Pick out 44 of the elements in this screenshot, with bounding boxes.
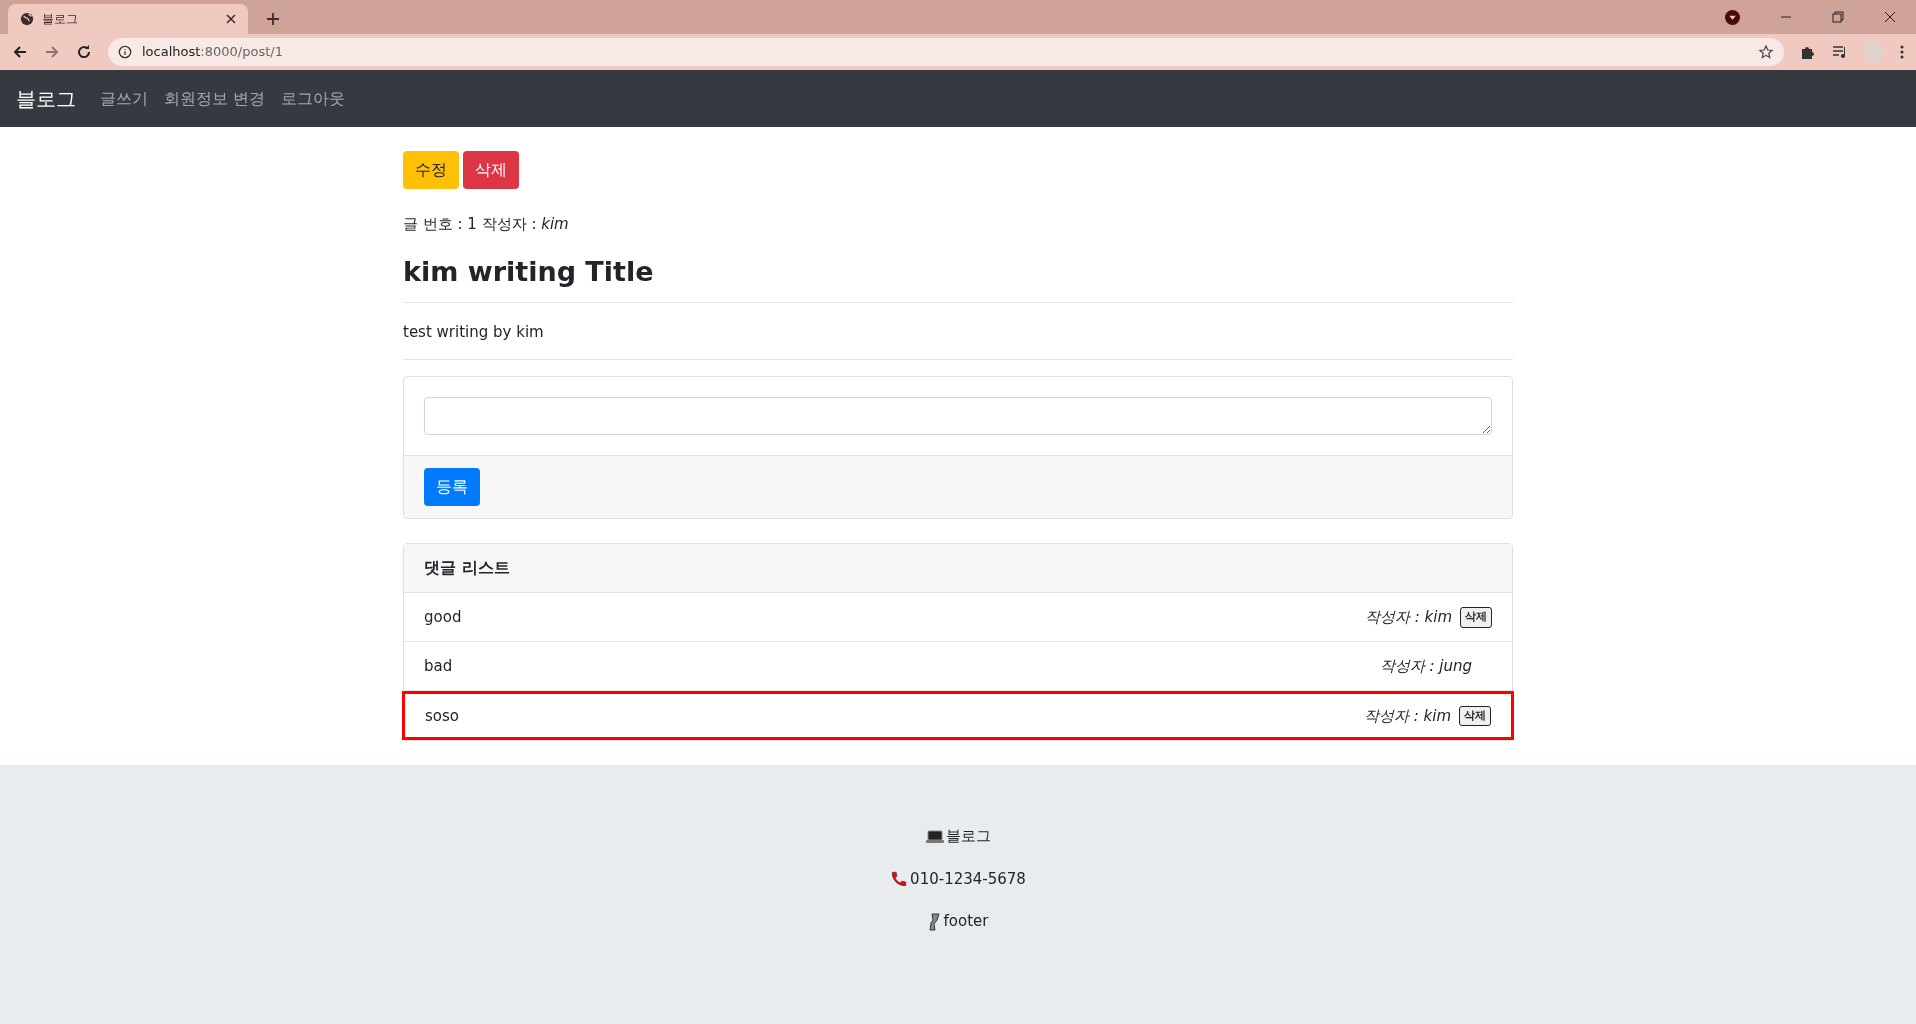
brand-link[interactable]: 블로그: [16, 83, 76, 114]
more-menu-icon[interactable]: [1900, 45, 1904, 59]
footer-text: 블로그: [945, 826, 991, 848]
nav-link[interactable]: 로그아웃: [281, 86, 346, 111]
comment-author: 작성자 : kim: [1363, 705, 1451, 727]
browser-tab[interactable]: 블로그: [8, 4, 248, 34]
address-bar[interactable]: localhost:8000/post/1: [108, 38, 1784, 66]
puzzle-piece-icon[interactable]: [1800, 44, 1816, 60]
reply-input-field[interactable]: [424, 397, 1492, 436]
post-title: kim writing Title: [403, 255, 655, 288]
comment-author: 작성자 : jung: [1379, 656, 1472, 678]
nav-link[interactable]: 회원정보 변경: [164, 86, 266, 111]
leg-icon: [927, 912, 942, 931]
close-icon[interactable]: [1884, 11, 1896, 23]
forward-arrow-icon[interactable]: [44, 44, 60, 60]
nav-link[interactable]: 글쓰기: [100, 86, 148, 111]
edit-button[interactable]: 수정: [403, 151, 459, 189]
tab-title: 블로그: [42, 11, 79, 28]
globe-icon: [20, 12, 34, 26]
comment-delete-button[interactable]: 삭제: [1459, 705, 1491, 727]
restore-icon[interactable]: [1832, 11, 1844, 23]
close-icon[interactable]: [226, 14, 236, 24]
post-content: test writing by kim: [403, 321, 545, 343]
url-text: localhost:8000/post/1: [142, 43, 284, 62]
comment-delete-button[interactable]: 삭제: [1460, 607, 1492, 628]
post-meta: 글 번호 : 1 작성자 : kim: [403, 214, 570, 235]
comment-list-header: 댓글 리스트: [404, 544, 1512, 594]
reload-icon[interactable]: [76, 44, 92, 60]
star-icon[interactable]: [1758, 44, 1774, 60]
comment-text: soso: [425, 705, 460, 727]
footer-text: 010-1234-5678: [910, 868, 1026, 890]
submit-button[interactable]: 등록: [424, 468, 480, 507]
comment-text: good: [424, 607, 463, 629]
phone-icon: [890, 870, 909, 889]
profile-menu-icon[interactable]: [1725, 9, 1740, 25]
comment-author: 작성자 : kim: [1364, 607, 1452, 629]
laptop-icon: [925, 829, 944, 844]
new-tab-icon[interactable]: [266, 12, 280, 26]
delete-button[interactable]: 삭제: [463, 151, 519, 189]
comment-text: bad: [424, 656, 454, 678]
back-arrow-icon[interactable]: [12, 44, 28, 60]
info-icon[interactable]: [118, 45, 132, 59]
playlist-icon[interactable]: [1832, 44, 1848, 60]
footer-text: footer: [943, 911, 989, 933]
